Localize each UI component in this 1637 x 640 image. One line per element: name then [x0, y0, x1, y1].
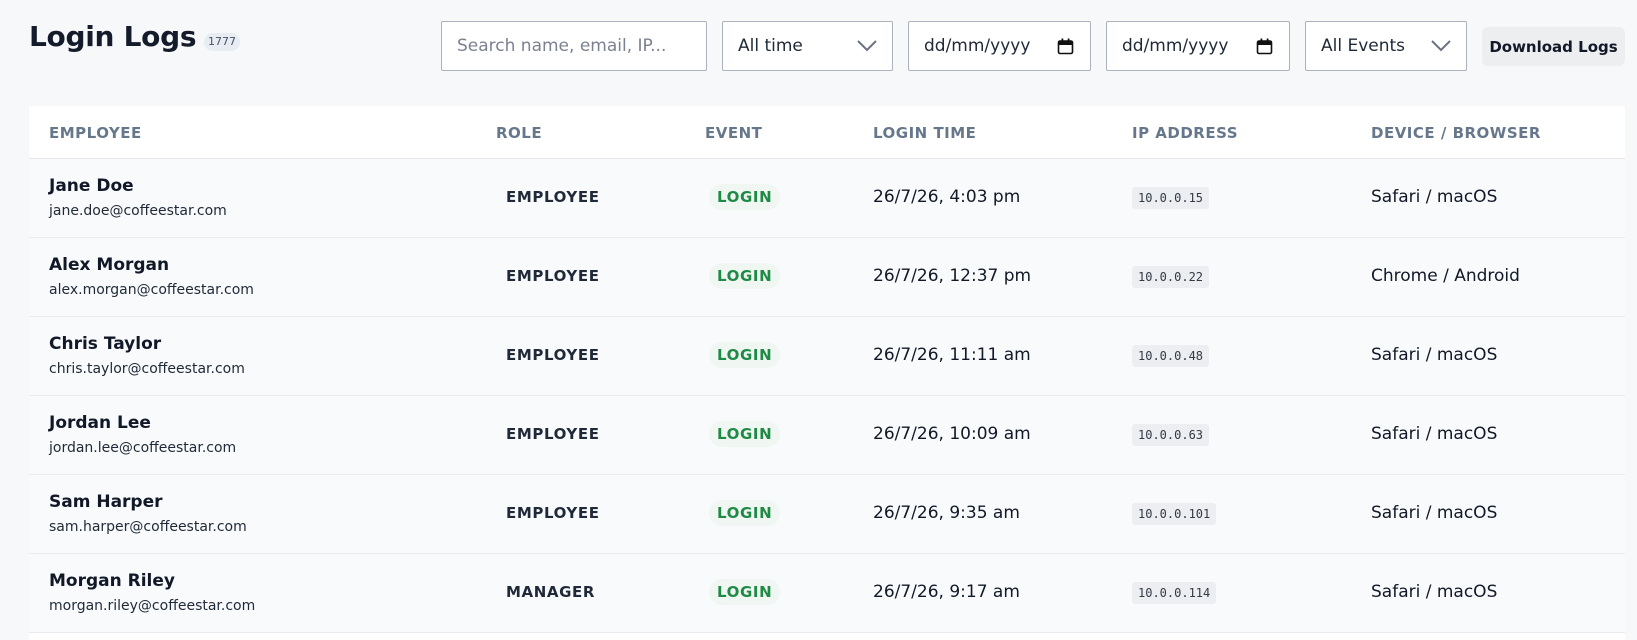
table-row[interactable]: Jordan Lee jordan.lee@coffeestar.com EMP…: [29, 396, 1625, 475]
date-to-placeholder: dd/mm/yyyy: [1122, 36, 1229, 56]
login-time: 26/7/26, 12:37 pm: [873, 266, 1032, 286]
ip-address-chip: 10.0.0.15: [1132, 187, 1210, 209]
event-badge: LOGIN: [709, 342, 781, 368]
column-header-role[interactable]: ROLE: [496, 124, 542, 142]
login-time: 26/7/26, 10:09 am: [873, 424, 1031, 444]
table-header: EMPLOYEE ROLE EVENT LOGIN TIME IP ADDRES…: [29, 106, 1625, 159]
log-count-badge: 1777: [204, 33, 240, 51]
event-badge: LOGIN: [709, 184, 781, 210]
role-label: EMPLOYEE: [506, 504, 600, 522]
chevron-down-icon: [857, 40, 877, 52]
role-label: EMPLOYEE: [506, 188, 600, 206]
login-time: 26/7/26, 11:11 am: [873, 345, 1031, 365]
employee-email: sam.harper@coffeestar.com: [49, 519, 247, 535]
time-range-value: All time: [738, 36, 803, 56]
employee-name: Chris Taylor: [49, 334, 162, 354]
column-header-employee[interactable]: EMPLOYEE: [49, 124, 142, 142]
ip-address-chip: 10.0.0.63: [1132, 424, 1210, 446]
table-row[interactable]: Morgan Riley morgan.riley@coffeestar.com…: [29, 554, 1625, 633]
device-browser: Chrome / Android: [1371, 266, 1520, 286]
event-badge: LOGIN: [709, 500, 781, 526]
ip-address-chip: 10.0.0.48: [1132, 345, 1210, 367]
event-badge: LOGIN: [709, 579, 781, 605]
role-label: EMPLOYEE: [506, 425, 600, 443]
employee-email: jane.doe@coffeestar.com: [49, 203, 227, 219]
device-browser: Safari / macOS: [1371, 503, 1498, 523]
employee-email: morgan.riley@coffeestar.com: [49, 598, 256, 614]
device-browser: Safari / macOS: [1371, 424, 1498, 444]
column-header-device-browser[interactable]: DEVICE / BROWSER: [1371, 124, 1541, 142]
time-range-select[interactable]: All time: [722, 21, 893, 71]
login-logs-table: EMPLOYEE ROLE EVENT LOGIN TIME IP ADDRES…: [29, 106, 1625, 640]
table-row[interactable]: Jane Doe jane.doe@coffeestar.com EMPLOYE…: [29, 159, 1625, 238]
role-label: MANAGER: [506, 583, 596, 601]
login-time: 26/7/26, 4:03 pm: [873, 187, 1021, 207]
employee-email: jordan.lee@coffeestar.com: [49, 440, 237, 456]
login-time: 26/7/26, 9:17 am: [873, 582, 1020, 602]
employee-name: Jane Doe: [49, 176, 134, 196]
date-from-input[interactable]: dd/mm/yyyy: [908, 21, 1091, 71]
employee-email: alex.morgan@coffeestar.com: [49, 282, 254, 298]
table-row[interactable]: Alex Morgan alex.morgan@coffeestar.com E…: [29, 238, 1625, 317]
search-input[interactable]: Search name, email, IP...: [441, 21, 707, 71]
page-header: Login Logs 1777 Search name, email, IP..…: [0, 0, 1637, 92]
table-row[interactable]: Chris Taylor chris.taylor@coffeestar.com…: [29, 317, 1625, 396]
employee-name: Jordan Lee: [49, 413, 151, 433]
column-header-login-time[interactable]: LOGIN TIME: [873, 124, 976, 142]
device-browser: Safari / macOS: [1371, 187, 1498, 207]
employee-email: chris.taylor@coffeestar.com: [49, 361, 245, 377]
event-filter-value: All Events: [1321, 36, 1406, 56]
employee-name: Sam Harper: [49, 492, 163, 512]
ip-address-chip: 10.0.0.22: [1132, 266, 1210, 288]
event-badge: LOGIN: [709, 263, 781, 289]
column-header-event[interactable]: EVENT: [705, 124, 762, 142]
chevron-down-icon: [1431, 40, 1451, 52]
event-filter-select[interactable]: All Events: [1305, 21, 1467, 71]
role-label: EMPLOYEE: [506, 346, 600, 364]
calendar-icon[interactable]: [1256, 38, 1273, 55]
device-browser: Safari / macOS: [1371, 345, 1498, 365]
ip-address-chip: 10.0.0.101: [1132, 503, 1217, 525]
employee-name: Alex Morgan: [49, 255, 170, 275]
event-badge: LOGIN: [709, 421, 781, 447]
date-from-placeholder: dd/mm/yyyy: [924, 36, 1031, 56]
download-logs-button[interactable]: Download Logs: [1482, 27, 1625, 66]
column-header-ip-address[interactable]: IP ADDRESS: [1132, 124, 1238, 142]
table-row[interactable]: Sam Harper sam.harper@coffeestar.com EMP…: [29, 475, 1625, 554]
employee-name: Morgan Riley: [49, 571, 175, 591]
ip-address-chip: 10.0.0.114: [1132, 582, 1217, 604]
page-title: Login Logs: [29, 20, 197, 53]
search-placeholder: Search name, email, IP...: [457, 36, 667, 56]
calendar-icon[interactable]: [1057, 38, 1074, 55]
role-label: EMPLOYEE: [506, 267, 600, 285]
date-to-input[interactable]: dd/mm/yyyy: [1106, 21, 1290, 71]
device-browser: Safari / macOS: [1371, 582, 1498, 602]
login-time: 26/7/26, 9:35 am: [873, 503, 1020, 523]
